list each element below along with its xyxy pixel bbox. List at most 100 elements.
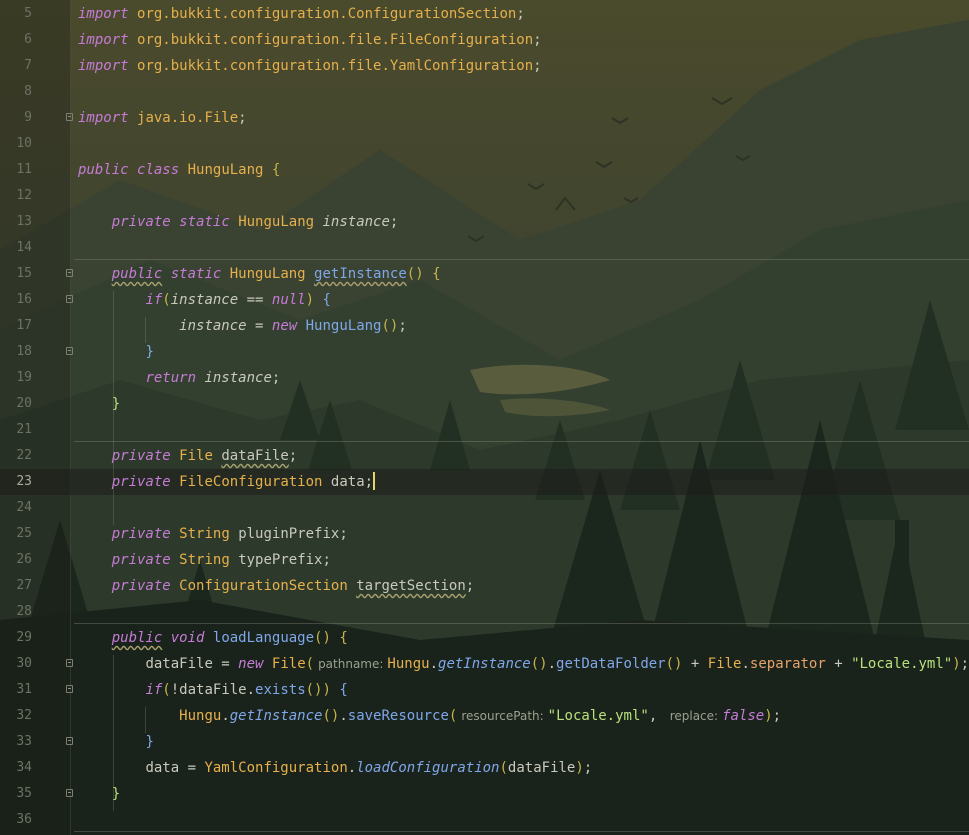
code-line[interactable]: 7 import org.bukkit.configuration.file.Ya… (0, 53, 969, 79)
code-token: () (381, 318, 399, 334)
code-line[interactable]: 36 (0, 807, 969, 833)
code-token: HunguLang (305, 318, 382, 334)
code-editor[interactable]: 5 import org.bukkit.configuration.Configu… (0, 0, 969, 835)
code-token: org.bukkit.configuration.ConfigurationSe… (137, 6, 517, 22)
indent-guide (145, 317, 146, 343)
indent-guide (113, 291, 114, 525)
code-line[interactable]: 25 private String pluginPrefix; (0, 521, 969, 547)
code-token: { (322, 292, 331, 308)
code-line[interactable]: 23 private FileConfiguration data; (0, 469, 969, 495)
code-line[interactable]: 15 public static HunguLang getInstance()… (0, 261, 969, 287)
code-line[interactable]: 35 } (0, 781, 969, 807)
code-text: return instance; (78, 365, 280, 391)
code-token: instance (322, 214, 390, 230)
fold-marker-icon[interactable] (66, 347, 73, 355)
line-number: 11 (16, 162, 32, 177)
code-token: String (179, 526, 230, 542)
code-token: data (145, 760, 180, 776)
line-number: 22 (16, 448, 32, 463)
code-line[interactable]: 8 (0, 79, 969, 105)
code-token: () (305, 682, 323, 698)
code-token: exists (255, 682, 306, 698)
code-line[interactable]: 21 (0, 417, 969, 443)
parameter-hint: pathname: (318, 657, 384, 671)
code-token: . (246, 682, 256, 698)
fold-marker-icon[interactable] (66, 659, 73, 667)
code-line[interactable]: 14 (0, 235, 969, 261)
fold-marker-icon[interactable] (66, 685, 73, 693)
code-token: . (547, 656, 557, 672)
code-line[interactable]: 30 dataFile = new File(pathname: Hungu.ge… (0, 651, 969, 677)
code-token: FileConfiguration (179, 474, 323, 490)
code-token: loadConfiguration (356, 760, 500, 776)
code-line[interactable]: 27 private ConfigurationSection targetSe… (0, 573, 969, 599)
code-token: import (78, 110, 129, 126)
indent-guide (113, 655, 114, 811)
code-line[interactable]: 28 (0, 599, 969, 625)
code-token: return (145, 370, 197, 386)
code-token: private (111, 474, 171, 490)
code-token: private (111, 526, 171, 542)
code-token: = (179, 760, 205, 776)
fold-marker-icon[interactable] (66, 269, 73, 277)
code-token: ; (465, 578, 475, 594)
code-token: org.bukkit.configuration.file.FileConfig… (137, 32, 534, 48)
code-token: ; (398, 318, 407, 334)
code-line[interactable]: 11 public class HunguLang { (0, 157, 969, 183)
code-token: + (825, 656, 852, 672)
code-token: . (741, 656, 750, 672)
code-line[interactable]: 19 return instance; (0, 365, 969, 391)
code-line[interactable]: 12 (0, 183, 969, 209)
code-token: () (530, 656, 548, 672)
code-text: public static HunguLang getInstance() { (78, 261, 441, 287)
code-token: File (707, 656, 742, 672)
code-token: ; (322, 552, 331, 568)
fold-marker-icon[interactable] (66, 113, 73, 121)
code-token: . (339, 708, 348, 724)
code-line[interactable]: 5 import org.bukkit.configuration.Configu… (0, 1, 969, 27)
code-line[interactable]: 10 (0, 131, 969, 157)
parameter-hint: resourcePath: (461, 709, 544, 723)
code-line[interactable]: 9 import java.io.File; (0, 105, 969, 131)
line-number: 28 (16, 604, 32, 619)
code-token: ) (322, 682, 331, 698)
code-token: () (406, 266, 424, 282)
code-line[interactable]: 16 if(instance == null) { (0, 287, 969, 313)
code-line[interactable]: 20 } (0, 391, 969, 417)
fold-marker-icon[interactable] (66, 295, 73, 303)
code-line[interactable]: 34 data = YamlConfiguration.loadConfigur… (0, 755, 969, 781)
code-line[interactable]: 22 private File dataFile; (0, 443, 969, 469)
code-token: dataFile (507, 760, 576, 776)
code-line[interactable]: 13 private static HunguLang instance; (0, 209, 969, 235)
line-number: 27 (16, 578, 32, 593)
code-line[interactable]: 29 public void loadLanguage() { (0, 625, 969, 651)
code-line[interactable]: 24 (0, 495, 969, 521)
code-line[interactable]: 6 import org.bukkit.configuration.file.Fi… (0, 27, 969, 53)
code-line[interactable]: 31 if(!dataFile.exists()) { (0, 677, 969, 703)
code-token: class (137, 162, 180, 178)
code-line[interactable]: 26 private String typePrefix; (0, 547, 969, 573)
code-token: private (111, 578, 171, 594)
code-token: false (722, 708, 765, 724)
code-token: typePrefix (238, 552, 323, 568)
fold-marker-icon[interactable] (66, 789, 73, 797)
line-number: 9 (24, 110, 32, 125)
line-number: 7 (24, 58, 32, 73)
code-token: () (665, 656, 683, 672)
code-token: ; (772, 708, 782, 724)
code-text: import java.io.File; (78, 105, 247, 131)
fold-marker-icon[interactable] (66, 737, 73, 745)
code-token: targetSection (356, 578, 466, 594)
code-token: public (111, 630, 163, 646)
